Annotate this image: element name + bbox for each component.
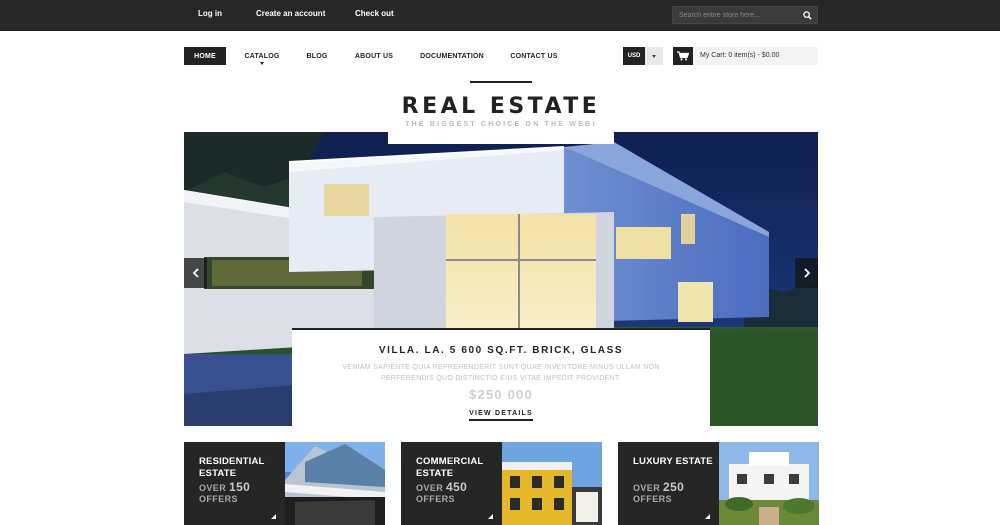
offers-label: OFFERS bbox=[416, 494, 455, 504]
slide-title: VILLA. LA. 5 600 SQ.FT. BRICK, GLASS bbox=[378, 345, 624, 356]
category-image bbox=[502, 442, 602, 525]
category-residential[interactable]: RESIDENTIAL ESTATE OVER 150 OFFERS bbox=[184, 442, 385, 525]
category-image bbox=[285, 442, 385, 525]
offers-label: OFFERS bbox=[199, 494, 238, 504]
login-link[interactable]: Log in bbox=[198, 9, 222, 18]
category-panel: LUXURY ESTATE OVER 250 OFFERS bbox=[618, 442, 719, 525]
search-icon bbox=[802, 10, 812, 20]
currency-select[interactable]: USD bbox=[623, 47, 663, 65]
cart-button[interactable]: My Cart: 0 item(s) - $0.00 bbox=[673, 47, 818, 65]
offers-count: 250 bbox=[663, 480, 685, 494]
view-details-link[interactable]: VIEW DETAILS bbox=[469, 410, 533, 421]
search-input[interactable] bbox=[673, 7, 799, 23]
corner-arrow-icon bbox=[705, 514, 710, 519]
slider-next-button[interactable] bbox=[795, 258, 818, 288]
nav-catalog[interactable]: CATALOG bbox=[237, 47, 287, 65]
nav-about-us[interactable]: ABOUT US bbox=[348, 47, 400, 65]
category-title: LUXURY ESTATE bbox=[633, 456, 713, 467]
category-offers: OVER 250 OFFERS bbox=[633, 480, 685, 505]
search-button[interactable] bbox=[797, 7, 817, 23]
chevron-down-icon bbox=[260, 62, 264, 65]
category-offers: OVER 150 OFFERS bbox=[199, 480, 251, 505]
slide-description: VENIAM SAPIENTE QUIA REPREHENDERIT SUNT … bbox=[342, 364, 660, 382]
nav-catalog-label: CATALOG bbox=[244, 52, 280, 60]
top-bar: Log in Create an account Check out bbox=[0, 0, 1000, 31]
logo-tagline: THE BIGGEST CHOICE ON THE WEB! bbox=[405, 121, 597, 128]
corner-arrow-icon bbox=[271, 514, 276, 519]
chevron-right-icon bbox=[803, 268, 810, 278]
category-offers: OVER 450 OFFERS bbox=[416, 480, 468, 505]
category-title: RESIDENTIAL ESTATE bbox=[199, 456, 265, 479]
cart-summary: My Cart: 0 item(s) - $0.00 bbox=[700, 52, 780, 59]
slide-price: $250 000 bbox=[469, 387, 533, 402]
create-account-link[interactable]: Create an account bbox=[256, 9, 325, 18]
offers-label: OFFERS bbox=[633, 494, 672, 504]
chevron-down-icon bbox=[652, 55, 656, 58]
category-panel: COMMERCIAL ESTATE OVER 450 OFFERS bbox=[401, 442, 502, 525]
category-title: COMMERCIAL ESTATE bbox=[416, 456, 484, 479]
category-panel: RESIDENTIAL ESTATE OVER 150 OFFERS bbox=[184, 442, 285, 525]
category-image bbox=[719, 442, 819, 525]
offers-over: OVER bbox=[416, 483, 444, 493]
cart-icon-box bbox=[673, 47, 693, 65]
chevron-left-icon bbox=[192, 268, 199, 278]
slide-caption: VILLA. LA. 5 600 SQ.FT. BRICK, GLASS VEN… bbox=[292, 328, 710, 426]
logo-divider bbox=[470, 81, 532, 83]
nav-documentation[interactable]: DOCUMENTATION bbox=[414, 47, 490, 65]
cart-icon bbox=[677, 51, 689, 61]
nav-contact-us[interactable]: CONTACT US bbox=[504, 47, 564, 65]
offers-over: OVER bbox=[199, 483, 227, 493]
checkout-link[interactable]: Check out bbox=[355, 9, 394, 18]
nav-home[interactable]: HOME bbox=[184, 47, 226, 65]
nav-blog[interactable]: BLOG bbox=[299, 47, 335, 65]
offers-count: 450 bbox=[446, 480, 468, 494]
slider-prev-button[interactable] bbox=[184, 258, 207, 288]
site-logo[interactable]: REAL ESTATE THE BIGGEST CHOICE ON THE WE… bbox=[388, 92, 614, 144]
offers-over: OVER bbox=[633, 483, 661, 493]
corner-arrow-icon bbox=[488, 514, 493, 519]
search-box bbox=[672, 6, 818, 24]
category-luxury[interactable]: LUXURY ESTATE OVER 250 OFFERS bbox=[618, 442, 819, 525]
category-commercial[interactable]: COMMERCIAL ESTATE OVER 450 OFFERS bbox=[401, 442, 602, 525]
offers-count: 150 bbox=[229, 480, 251, 494]
currency-value: USD bbox=[623, 47, 645, 65]
logo-title: REAL ESTATE bbox=[401, 94, 601, 119]
